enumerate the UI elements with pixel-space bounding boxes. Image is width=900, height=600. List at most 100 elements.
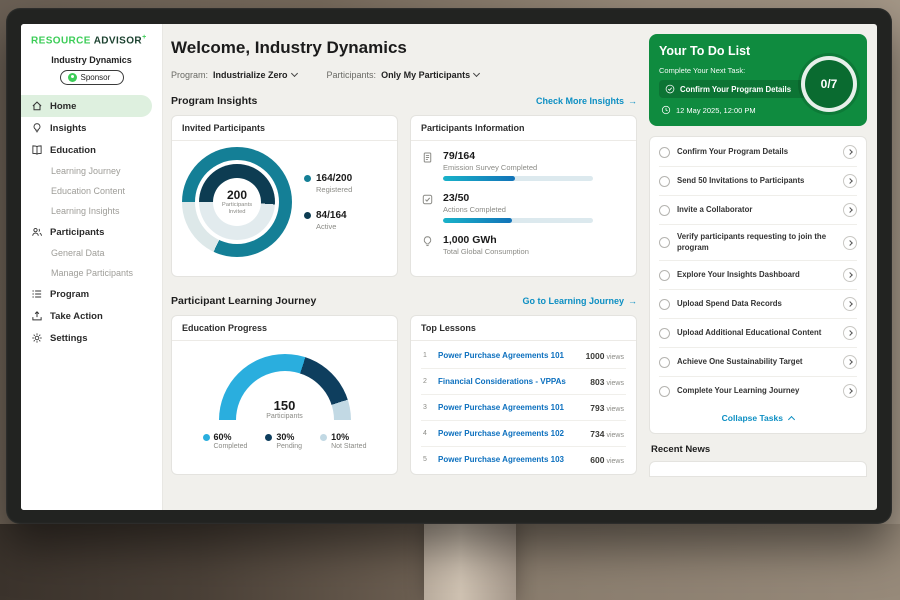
link-label: Check More Insights [536,96,624,106]
participants-filter-label: Participants: [327,70,377,80]
task-checkbox[interactable] [659,299,670,310]
todo-progress-value: 0/7 [821,77,838,91]
page-title: Welcome, Industry Dynamics [171,38,637,58]
task-expand-button[interactable] [843,297,857,311]
participants-filter[interactable]: Participants:Only My Participants [327,70,480,80]
clipboard-icon [421,150,435,181]
lesson-rank: 4 [423,430,431,437]
sponsor-badge: Sponsor [60,70,124,85]
lesson-rank: 1 [423,352,431,359]
lesson-link[interactable]: Power Purchase Agreements 101 [438,403,581,412]
card-title: Top Lessons [411,316,636,341]
monitor-stand [424,520,516,600]
go-to-learning-journey-link[interactable]: Go to Learning Journey→ [522,296,637,306]
lesson-views: 803views [588,377,624,387]
gauge-label: Participants [219,413,351,420]
lesson-row: 5 Power Purchase Agreements 103 600views [421,447,626,472]
card-title: Education Progress [172,316,397,341]
task-expand-button[interactable] [843,355,857,369]
task-row[interactable]: Achieve One Sustainability Target [659,348,857,377]
task-checkbox[interactable] [659,270,670,281]
task-row[interactable]: Confirm Your Program Details [659,138,857,167]
program-insights-header: Program Insights Check More Insights→ [171,95,637,107]
sidebar: RESOURCE ADVISOR+ Industry Dynamics Spon… [21,24,163,510]
task-expand-button[interactable] [843,268,857,282]
sidebar-nav: Home Insights Education Learning Journey… [21,95,162,349]
task-label: Send 50 Invitations to Participants [677,176,836,187]
next-task[interactable]: Confirm Your Program Details [659,80,809,98]
sidebar-item-insights[interactable]: Insights [21,117,162,139]
todo-tasks-card: Confirm Your Program Details Send 50 Inv… [649,136,867,434]
task-label: Invite a Collaborator [677,205,836,216]
donut-center-label: ParticipantsInvited [222,202,252,216]
task-checkbox[interactable] [659,328,670,339]
sidebar-item-home[interactable]: Home [21,95,152,117]
task-expand-button[interactable] [843,326,857,340]
lesson-row: 4 Power Purchase Agreements 102 734views [421,421,626,447]
upload-action-icon [31,310,43,322]
learning-journey-header: Participant Learning Journey Go to Learn… [171,295,637,307]
sidebar-item-learning-journey[interactable]: Learning Journey [21,161,162,181]
task-row[interactable]: Upload Additional Educational Content [659,319,857,348]
progress-bar [443,176,593,181]
task-checkbox[interactable] [659,176,670,187]
learning-cards: Education Progress 150 Participants 60% … [171,315,637,475]
sidebar-item-manage-participants[interactable]: Manage Participants [21,263,162,283]
sidebar-item-label: Education [50,145,96,156]
progress-bar [443,218,593,223]
task-label: Achieve One Sustainability Target [677,357,836,368]
task-row[interactable]: Send 50 Invitations to Participants [659,167,857,196]
sidebar-item-program[interactable]: Program [21,283,162,305]
legend-pending: 30% Pending [265,432,302,450]
chevron-down-icon [473,70,480,77]
task-row[interactable]: Explore Your Insights Dashboard [659,261,857,290]
task-expand-button[interactable] [843,384,857,398]
sidebar-item-label: Manage Participants [51,268,133,278]
task-expand-button[interactable] [843,203,857,217]
gauge-value: 150 [219,398,351,413]
task-checkbox[interactable] [659,237,670,248]
lesson-row: 3 Power Purchase Agreements 101 793views [421,395,626,421]
consumption-row: 1,000 GWh Total Global Consumption [421,234,626,256]
gauge-center: 150 Participants [219,398,351,420]
clock-icon [661,105,671,115]
task-checkbox[interactable] [659,205,670,216]
sidebar-item-settings[interactable]: Settings [21,327,162,349]
check-more-insights-link[interactable]: Check More Insights→ [536,96,637,106]
task-label: Confirm Your Program Details [677,147,836,158]
task-checkbox[interactable] [659,386,670,397]
sidebar-item-label: Participants [50,227,104,238]
task-label: Explore Your Insights Dashboard [677,270,836,281]
lesson-row: 1 Power Purchase Agreements 101 1000view… [421,343,626,369]
lesson-link[interactable]: Financial Considerations - VPPAs [438,377,581,386]
legend-dot [265,434,272,441]
bulb-icon [421,234,435,256]
lesson-link[interactable]: Power Purchase Agreements 103 [438,455,581,464]
chevron-down-icon [290,70,297,77]
task-expand-button[interactable] [843,145,857,159]
collapse-tasks-link[interactable]: Collapse Tasks [659,405,857,432]
sidebar-item-take-action[interactable]: Take Action [21,305,162,327]
sidebar-item-participants[interactable]: Participants [21,221,162,243]
task-expand-button[interactable] [843,236,857,250]
sidebar-item-general-data[interactable]: General Data [21,243,162,263]
sidebar-item-education[interactable]: Education [21,139,162,161]
task-row[interactable]: Complete Your Learning Journey [659,377,857,405]
task-row[interactable]: Invite a Collaborator [659,196,857,225]
task-checkbox[interactable] [659,147,670,158]
todo-progress-ring: 0/7 [801,56,857,112]
sidebar-item-education-content[interactable]: Education Content [21,181,162,201]
sidebar-item-label: Learning Journey [51,166,121,176]
task-row[interactable]: Verify participants requesting to join t… [659,225,857,261]
lesson-link[interactable]: Power Purchase Agreements 102 [438,429,581,438]
education-gauge-chart: 150 Participants [219,354,351,420]
program-filter[interactable]: Program:Industrialize Zero [171,70,297,80]
task-checkbox[interactable] [659,357,670,368]
task-row[interactable]: Upload Spend Data Records [659,290,857,319]
sidebar-item-learning-insights[interactable]: Learning Insights [21,201,162,221]
metric-value: 1,000 GWh [443,234,529,246]
sidebar-item-label: Program [50,289,89,300]
lesson-link[interactable]: Power Purchase Agreements 101 [438,351,577,360]
task-expand-button[interactable] [843,174,857,188]
legend-dot [203,434,210,441]
